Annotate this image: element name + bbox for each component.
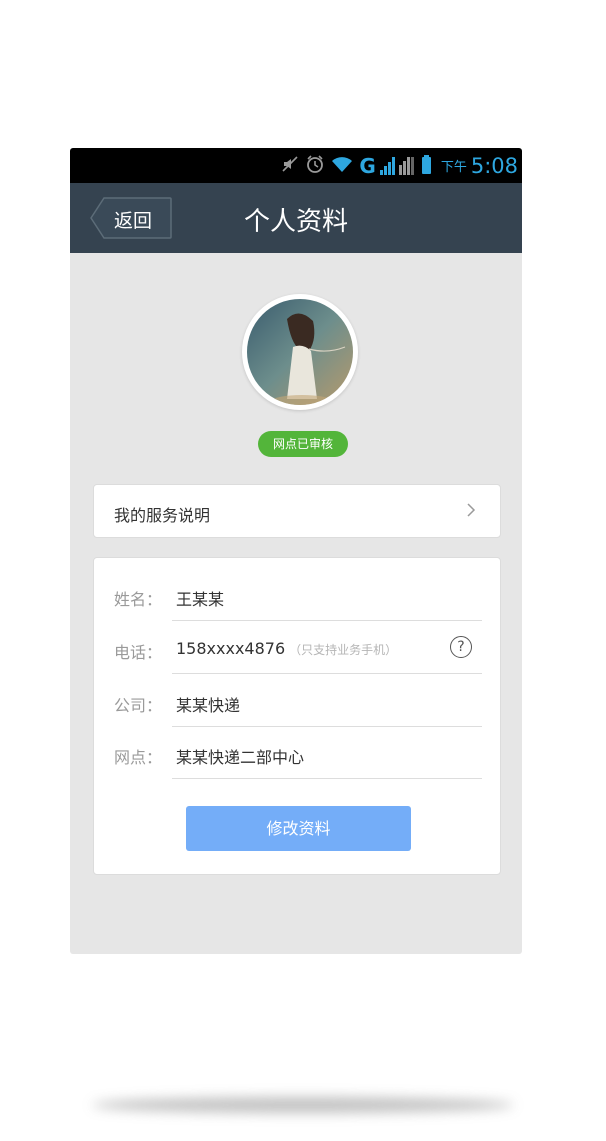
phone-label: 电话：: [114, 643, 163, 662]
name-label: 姓名：: [114, 590, 163, 609]
page-title: 个人资料: [243, 207, 348, 237]
status-bar: G 下午 5:08: [70, 148, 522, 183]
mute-icon: [281, 155, 299, 177]
status-time: 5:08: [470, 153, 518, 178]
avatar[interactable]: [242, 294, 358, 410]
signal-icon: [379, 156, 395, 175]
status-ampm: 下午: [440, 160, 467, 175]
divider: [172, 673, 482, 674]
phone-screen: G 下午 5:08 返回 个人资料 网点已审核 我的服务说明 姓名： 王某某 电…: [70, 148, 522, 954]
avatar-image: [247, 299, 353, 405]
branch-value: 某某快递二部中心: [176, 748, 305, 767]
company-row: 公司： 某某快递: [94, 675, 502, 727]
company-value: 某某快递: [176, 696, 241, 715]
device-shadow: [92, 1097, 514, 1113]
branch-label: 网点：: [114, 748, 163, 767]
profile-info-card: 姓名： 王某某 电话： 158xxxx4876 （只支持业务手机） ? 公司： 某…: [93, 557, 501, 875]
divider: [172, 620, 482, 621]
verified-badge: 网点已审核: [258, 431, 348, 457]
nav-bar: 返回 个人资料: [70, 183, 522, 253]
network-g-icon: G: [359, 153, 376, 178]
phone-value-wrap: 158xxxx4876 （只支持业务手机）: [176, 639, 397, 658]
wifi-icon: [331, 155, 353, 177]
service-label: 我的服务说明: [114, 506, 211, 525]
divider: [172, 778, 482, 779]
chevron-right-icon: [467, 503, 476, 517]
name-row: 姓名： 王某某: [94, 569, 502, 621]
branch-row: 网点： 某某快递二部中心: [94, 727, 502, 779]
name-value: 王某某: [176, 590, 225, 609]
phone-hint: （只支持业务手机）: [289, 643, 398, 657]
battery-icon: [421, 155, 431, 174]
help-icon[interactable]: ?: [450, 636, 472, 658]
edit-profile-button[interactable]: 修改资料: [186, 806, 411, 851]
phone-row: 电话： 158xxxx4876 （只支持业务手机） ?: [94, 622, 502, 674]
company-label: 公司：: [114, 696, 163, 715]
phone-value: 158xxxx4876: [176, 639, 286, 658]
service-description-item[interactable]: 我的服务说明: [93, 484, 501, 538]
alarm-icon: [305, 154, 325, 178]
signal2-icon: [398, 156, 414, 175]
